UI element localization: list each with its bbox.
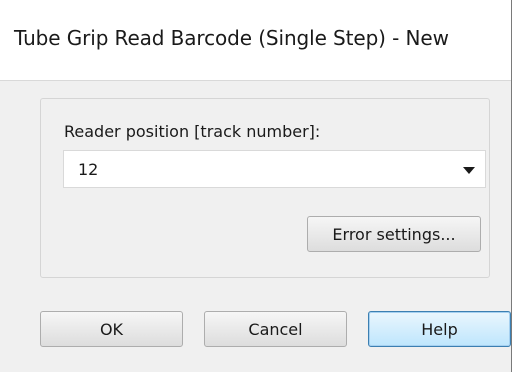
reader-position-value: 12	[78, 160, 99, 179]
title-bar: Tube Grip Read Barcode (Single Step) - N…	[0, 0, 511, 81]
cancel-button[interactable]: Cancel	[204, 311, 347, 347]
reader-position-label: Reader position [track number]:	[64, 122, 321, 141]
chevron-down-icon[interactable]	[463, 167, 475, 174]
ok-button[interactable]: OK	[40, 311, 183, 347]
error-settings-button[interactable]: Error settings...	[307, 216, 481, 252]
dialog-title: Tube Grip Read Barcode (Single Step) - N…	[14, 26, 449, 50]
reader-position-dropdown[interactable]: 12	[63, 150, 486, 188]
help-button[interactable]: Help	[368, 311, 511, 347]
dialog-window: Tube Grip Read Barcode (Single Step) - N…	[0, 0, 512, 372]
